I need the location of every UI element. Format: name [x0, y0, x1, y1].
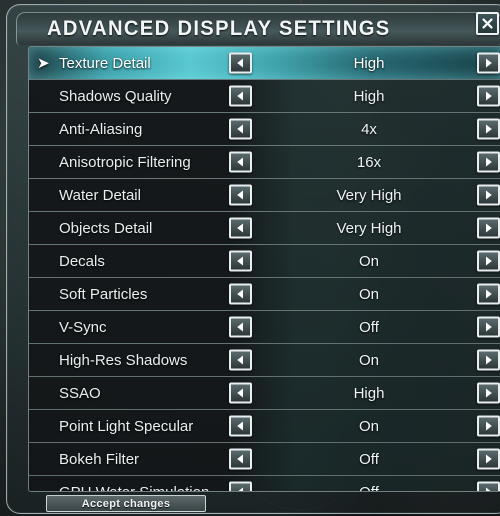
setting-label: SSAO [59, 384, 101, 402]
setting-label: GPU Water Simulation [59, 483, 210, 492]
setting-value: High [353, 384, 385, 402]
chevron-right-icon[interactable] [477, 316, 500, 338]
chevron-right-icon[interactable] [477, 448, 500, 470]
setting-row[interactable]: Bokeh Filter Off [29, 443, 500, 476]
chevron-left-icon[interactable] [229, 52, 252, 74]
setting-value: On [358, 417, 379, 435]
setting-label: Anti-Aliasing [59, 120, 143, 138]
setting-row[interactable]: Decals On [29, 245, 500, 278]
chevron-left-icon[interactable] [229, 481, 252, 491]
setting-row[interactable]: Shadows Quality High [29, 80, 500, 113]
chevron-right-icon[interactable] [477, 52, 500, 74]
setting-label: Decals [59, 252, 105, 270]
chevron-left-icon[interactable] [229, 217, 252, 239]
accept-changes-button[interactable]: Accept changes [46, 495, 206, 512]
close-x-glyph [482, 18, 493, 29]
setting-label: High-Res Shadows [59, 351, 188, 369]
chevron-right-icon[interactable] [477, 184, 500, 206]
setting-label: Bokeh Filter [59, 450, 140, 468]
chevron-right-icon[interactable] [477, 382, 500, 404]
setting-label: Shadows Quality [59, 87, 172, 105]
chevron-left-icon[interactable] [229, 316, 252, 338]
setting-value: 16x [356, 153, 382, 171]
setting-label: V-Sync [59, 318, 107, 336]
settings-list[interactable]: ➤ Texture Detail High Shadows Quality High An… [28, 46, 500, 492]
setting-row[interactable]: High-Res Shadows On [29, 344, 500, 377]
setting-label: Water Detail [59, 186, 141, 204]
chevron-right-icon[interactable] [477, 151, 500, 173]
chevron-left-icon[interactable] [229, 448, 252, 470]
setting-value: On [358, 285, 379, 303]
game-settings-screen: ADVANCED DISPLAY SETTINGS ➤ Texture Detai… [0, 0, 500, 516]
setting-label: Point Light Specular [59, 417, 194, 435]
setting-row[interactable]: Objects Detail Very High [29, 212, 500, 245]
page-title: ADVANCED DISPLAY SETTINGS [47, 17, 391, 40]
setting-row[interactable]: Soft Particles On [29, 278, 500, 311]
chevron-left-icon[interactable] [229, 382, 252, 404]
setting-value: On [358, 351, 379, 369]
setting-label: Texture Detail [59, 54, 151, 72]
chevron-left-icon[interactable] [229, 283, 252, 305]
setting-label: Anisotropic Filtering [59, 153, 191, 171]
chevron-left-icon[interactable] [229, 415, 252, 437]
setting-value: On [358, 252, 379, 270]
setting-row[interactable]: Anti-Aliasing 4x [29, 113, 500, 146]
chevron-right-icon[interactable] [477, 349, 500, 371]
setting-label: Objects Detail [59, 219, 153, 237]
setting-value: Off [359, 450, 379, 468]
setting-value: Off [359, 483, 379, 492]
setting-row[interactable]: GPU Water Simulation Off [29, 476, 500, 492]
setting-row[interactable]: Anisotropic Filtering 16x [29, 146, 500, 179]
title-bar: ADVANCED DISPLAY SETTINGS [16, 12, 500, 45]
setting-value: High [353, 87, 385, 105]
chevron-right-icon[interactable] [477, 250, 500, 272]
chevron-left-icon[interactable] [229, 250, 252, 272]
chevron-right-icon[interactable] [477, 415, 500, 437]
setting-row[interactable]: ➤ Texture Detail High [29, 47, 500, 80]
chevron-right-icon[interactable] [477, 85, 500, 107]
advanced-display-settings-panel: ADVANCED DISPLAY SETTINGS ➤ Texture Detai… [6, 4, 500, 514]
setting-value: High [353, 54, 385, 72]
chevron-right-icon[interactable] [477, 481, 500, 491]
setting-row[interactable]: Point Light Specular On [29, 410, 500, 443]
chevron-left-icon[interactable] [229, 151, 252, 173]
chevron-right-icon[interactable] [477, 283, 500, 305]
setting-row[interactable]: V-Sync Off [29, 311, 500, 344]
setting-value: Off [359, 318, 379, 336]
accept-changes-label: Accept changes [81, 497, 171, 510]
selection-marker-icon: ➤ [37, 54, 50, 72]
chevron-right-icon[interactable] [477, 217, 500, 239]
setting-label: Soft Particles [59, 285, 148, 303]
setting-value: 4x [361, 120, 377, 138]
chevron-right-icon[interactable] [477, 118, 500, 140]
chevron-left-icon[interactable] [229, 184, 252, 206]
chevron-left-icon[interactable] [229, 118, 252, 140]
setting-value: Very High [336, 219, 402, 237]
chevron-left-icon[interactable] [229, 349, 252, 371]
close-icon[interactable] [476, 12, 499, 35]
chevron-left-icon[interactable] [229, 85, 252, 107]
setting-row[interactable]: Water Detail Very High [29, 179, 500, 212]
setting-row[interactable]: SSAO High [29, 377, 500, 410]
setting-value: Very High [336, 186, 402, 204]
